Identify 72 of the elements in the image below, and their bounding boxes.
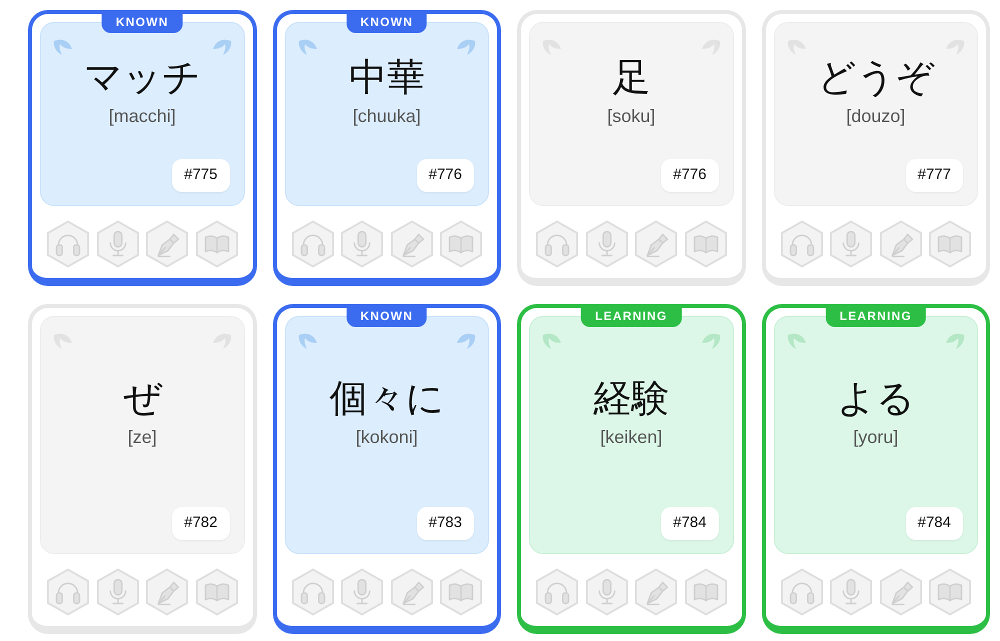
word-text: よる xyxy=(836,377,915,422)
headphones-icon xyxy=(780,220,824,268)
word-text: 足 xyxy=(612,56,650,101)
word-card[interactable]: KNOWN 個々に [kokoni] #783 xyxy=(272,304,501,634)
microphone-icon xyxy=(340,220,384,268)
reading-text: [ze] xyxy=(128,426,157,448)
pen-nib-icon xyxy=(390,568,434,616)
word-card[interactable]: どうぞ [douzo] #777 xyxy=(762,10,990,286)
headphones-icon xyxy=(535,220,579,268)
word-text: 中華 xyxy=(348,56,425,101)
book-icon xyxy=(928,220,972,268)
headphones-icon xyxy=(780,568,824,616)
word-card[interactable]: KNOWN 中華 [chuuka] #776 xyxy=(272,10,501,286)
card-number: #777 xyxy=(906,159,963,192)
book-icon xyxy=(928,568,972,616)
pen-nib-icon xyxy=(878,220,922,268)
book-icon xyxy=(684,220,728,268)
book-icon xyxy=(194,220,238,268)
reading-text: [keiken] xyxy=(600,426,662,448)
reading-text: [douzo] xyxy=(846,105,906,127)
pen-nib-icon xyxy=(145,220,189,268)
microphone-icon xyxy=(829,220,873,268)
card-number: #783 xyxy=(416,507,474,540)
card-number: #782 xyxy=(172,507,230,540)
microphone-icon xyxy=(96,220,140,268)
leaf-icon xyxy=(454,331,476,351)
pen-nib-icon xyxy=(390,220,434,268)
headphones-icon xyxy=(535,568,579,616)
word-card[interactable]: 足 [soku] #776 xyxy=(517,10,746,286)
card-number: #776 xyxy=(416,159,474,192)
reading-text: [chuuka] xyxy=(352,105,421,127)
leaf-icon xyxy=(454,37,476,57)
headphones-icon xyxy=(290,568,334,616)
reading-text: [macchi] xyxy=(108,105,176,127)
leaf-icon xyxy=(542,331,564,351)
headphones-icon xyxy=(46,220,90,268)
leaf-icon xyxy=(53,37,75,57)
leaf-icon xyxy=(298,331,320,351)
pen-nib-icon xyxy=(878,568,922,616)
leaf-icon xyxy=(943,331,965,351)
pen-nib-icon xyxy=(634,220,678,268)
word-text: 個々に xyxy=(329,377,444,422)
book-icon xyxy=(684,568,728,616)
microphone-icon xyxy=(584,220,628,268)
book-icon xyxy=(194,568,238,616)
word-text: 経験 xyxy=(593,377,670,422)
headphones-icon xyxy=(46,568,90,616)
word-text: ぜ xyxy=(122,377,162,422)
word-text: どうぞ xyxy=(817,56,934,101)
word-text: マッチ xyxy=(84,56,201,101)
microphone-icon xyxy=(829,568,873,616)
book-icon xyxy=(439,220,483,268)
pen-nib-icon xyxy=(634,568,678,616)
card-number: #784 xyxy=(906,507,963,540)
book-icon xyxy=(439,568,483,616)
reading-text: [soku] xyxy=(607,105,656,127)
headphones-icon xyxy=(290,220,334,268)
word-card[interactable]: ぜ [ze] #782 xyxy=(28,304,256,634)
reading-text: [kokoni] xyxy=(356,426,418,448)
leaf-icon xyxy=(786,331,808,351)
leaf-icon xyxy=(298,37,320,57)
word-card[interactable]: KNOWN マッチ [macchi] #775 xyxy=(28,10,256,286)
card-number: #784 xyxy=(661,507,718,540)
word-card[interactable]: LEARNING 経験 [keiken] #784 xyxy=(517,304,746,634)
word-card[interactable]: LEARNING よる [yoru] #784 xyxy=(762,304,990,634)
microphone-icon xyxy=(340,568,384,616)
microphone-icon xyxy=(584,568,628,616)
pen-nib-icon xyxy=(145,568,189,616)
card-number: #776 xyxy=(661,159,718,192)
microphone-icon xyxy=(96,568,140,616)
card-number: #775 xyxy=(172,159,230,192)
reading-text: [yoru] xyxy=(853,426,898,448)
